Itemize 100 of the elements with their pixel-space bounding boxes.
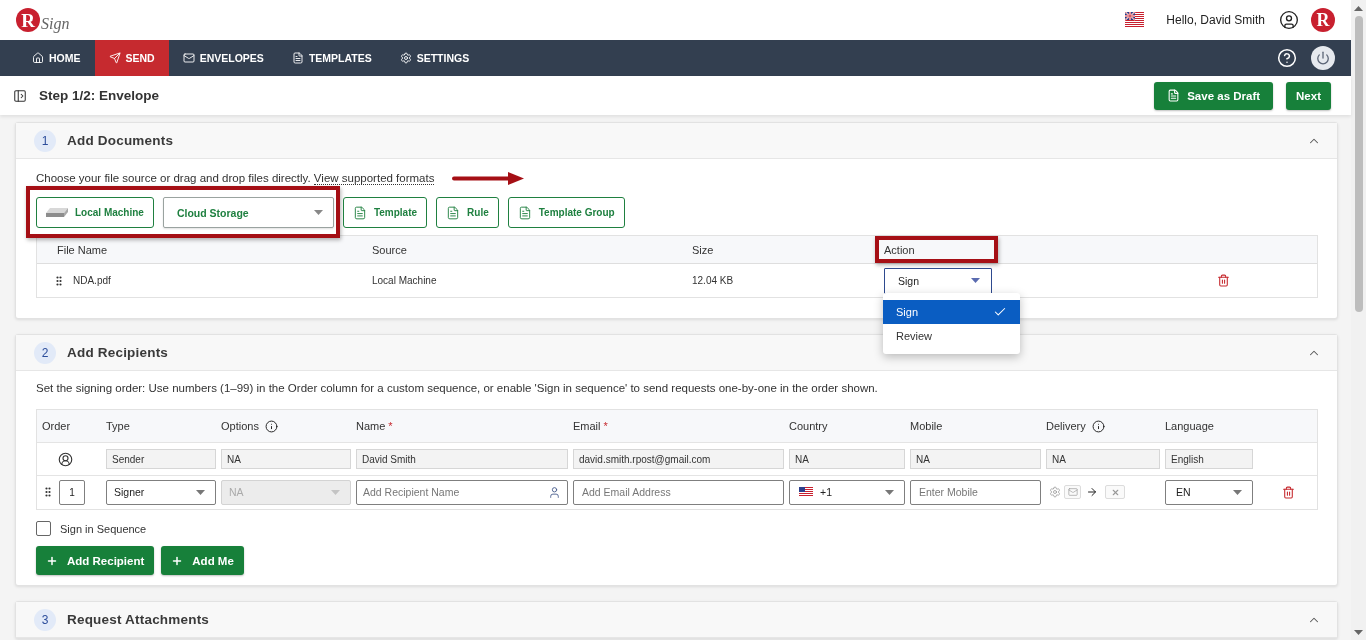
cloud-storage-select[interactable]: Cloud Storage xyxy=(162,197,334,228)
instruction-text: Choose your file source or drag and drop files directly. View supported formats xyxy=(36,172,435,184)
language-field: English xyxy=(1165,449,1253,469)
delete-icon[interactable] xyxy=(1282,485,1295,499)
scroll-up-icon[interactable] xyxy=(1354,6,1363,11)
table-cell: 12.04 KB xyxy=(692,275,734,286)
options-field: NA xyxy=(221,449,351,469)
caret-down-icon xyxy=(1233,489,1242,495)
email-input[interactable]: Add Email Address xyxy=(573,479,784,505)
document-icon xyxy=(352,205,367,220)
local-machine-button[interactable]: Local Machine xyxy=(36,197,154,228)
send-icon xyxy=(108,52,121,64)
type-select[interactable]: Signer xyxy=(106,479,216,505)
step-title: Step 1/2: Envelope xyxy=(39,88,160,103)
column-header: Action xyxy=(884,243,915,256)
instruction-text: Set the signing order: Use numbers (1–99) in the Order column for a custom sequence, or enable 'Sign in sequence' to send requests one-by-one in the order shown. xyxy=(36,382,878,394)
document-icon xyxy=(1167,89,1181,102)
column-header: File Name xyxy=(57,243,108,256)
column-header: Order xyxy=(42,420,71,432)
delivery-field: NA xyxy=(1046,449,1160,469)
section-title: Request Attachments xyxy=(67,612,210,627)
section-title: Add Documents xyxy=(67,133,174,148)
source-button[interactable]: Template xyxy=(342,197,428,228)
menu-option[interactable]: Review xyxy=(883,323,1020,348)
order-input[interactable]: 1 xyxy=(59,479,85,505)
cross-icon[interactable] xyxy=(1105,485,1125,499)
mail-icon xyxy=(182,52,195,64)
mobile-field: NA xyxy=(910,449,1041,469)
delete-icon[interactable] xyxy=(1217,274,1230,287)
nav-tab[interactable]: SETTINGS xyxy=(385,40,484,76)
recipient-name-input[interactable]: Add Recipient Name xyxy=(356,479,568,505)
checkbox[interactable] xyxy=(36,521,51,536)
column-header: Email * xyxy=(573,420,608,432)
supported-formats-link[interactable]: View supported formats xyxy=(313,172,435,185)
flag-icon xyxy=(799,487,813,497)
column-header: Size xyxy=(692,243,714,256)
caret-down-icon xyxy=(331,489,340,495)
step-number: 1 xyxy=(34,129,56,152)
nav-tab[interactable]: SEND xyxy=(94,40,169,76)
action-select[interactable]: Sign xyxy=(884,267,992,294)
checkbox-label: Sign in Sequence xyxy=(60,522,147,535)
info-icon[interactable] xyxy=(1091,419,1105,433)
document-icon xyxy=(291,52,304,64)
scrollbar-thumb[interactable] xyxy=(1354,16,1363,312)
caret-down-icon xyxy=(196,489,205,495)
power-icon[interactable] xyxy=(1311,46,1335,70)
column-header: Country xyxy=(789,420,828,432)
flag-icon[interactable] xyxy=(1125,12,1145,28)
scroll-down-icon[interactable] xyxy=(1354,630,1363,635)
mobile-input[interactable]: Enter Mobile xyxy=(910,479,1041,505)
help-icon[interactable] xyxy=(1277,48,1297,68)
source-button[interactable]: Template Group xyxy=(507,197,625,228)
name-field: David Smith xyxy=(356,449,568,469)
logo-text: Sign xyxy=(41,15,70,33)
menu-option[interactable]: Sign xyxy=(883,299,1020,324)
document-icon xyxy=(446,205,461,220)
drag-handle-icon[interactable] xyxy=(42,486,54,498)
source-button[interactable]: Rule xyxy=(436,197,499,228)
type-field: Sender xyxy=(106,449,216,469)
column-header: Language xyxy=(1165,420,1214,432)
home-icon xyxy=(32,52,44,64)
info-icon[interactable] xyxy=(264,419,278,433)
add-button[interactable]: Add Me xyxy=(161,546,244,575)
account-avatar[interactable]: R xyxy=(1311,8,1335,32)
nav-tab[interactable]: TEMPLATES xyxy=(277,40,386,76)
column-header: Delivery xyxy=(1046,420,1086,432)
nav-tab[interactable]: ENVELOPES xyxy=(168,40,278,76)
plus-icon xyxy=(171,554,184,567)
language-select[interactable]: EN xyxy=(1165,479,1253,505)
country-select[interactable]: +1 xyxy=(789,479,905,505)
column-header: Source xyxy=(372,243,407,256)
user-icon[interactable] xyxy=(1279,10,1299,30)
logo-mark: R xyxy=(16,8,40,32)
sender-icon xyxy=(57,451,73,467)
sidebar-toggle-icon[interactable] xyxy=(13,88,27,103)
save-draft-button[interactable]: Save as Draft xyxy=(1154,81,1274,110)
section-header[interactable]: 1 Add Documents xyxy=(16,123,1337,159)
column-header: Name * xyxy=(356,420,393,432)
country-field: NA xyxy=(789,449,905,469)
column-header: Type xyxy=(106,420,130,432)
nav-tab[interactable]: HOME xyxy=(18,40,95,76)
email-field: david.smith.rpost@gmail.com xyxy=(573,449,784,469)
column-header: Options xyxy=(221,420,259,432)
scrollbar-track[interactable] xyxy=(1351,0,1366,640)
add-button[interactable]: Add Recipient xyxy=(36,546,155,575)
section-header[interactable]: 3 Request Attachments xyxy=(16,602,1337,638)
document-icon xyxy=(517,205,532,220)
drag-handle-icon[interactable] xyxy=(53,274,65,287)
step-number: 2 xyxy=(34,341,56,364)
table-cell: Local Machine xyxy=(372,275,437,286)
table-cell: NDA.pdf xyxy=(73,275,111,286)
greeting-text: Hello, David Smith xyxy=(1166,13,1265,27)
plus-icon xyxy=(46,554,58,567)
step-number: 3 xyxy=(34,608,56,631)
drive-icon xyxy=(46,208,68,217)
arrow-right-icon xyxy=(1086,486,1098,498)
caret-down-icon xyxy=(885,489,894,495)
settings-icon xyxy=(399,52,412,64)
next-button[interactable]: Next xyxy=(1286,81,1331,110)
caret-down-icon xyxy=(313,210,323,215)
